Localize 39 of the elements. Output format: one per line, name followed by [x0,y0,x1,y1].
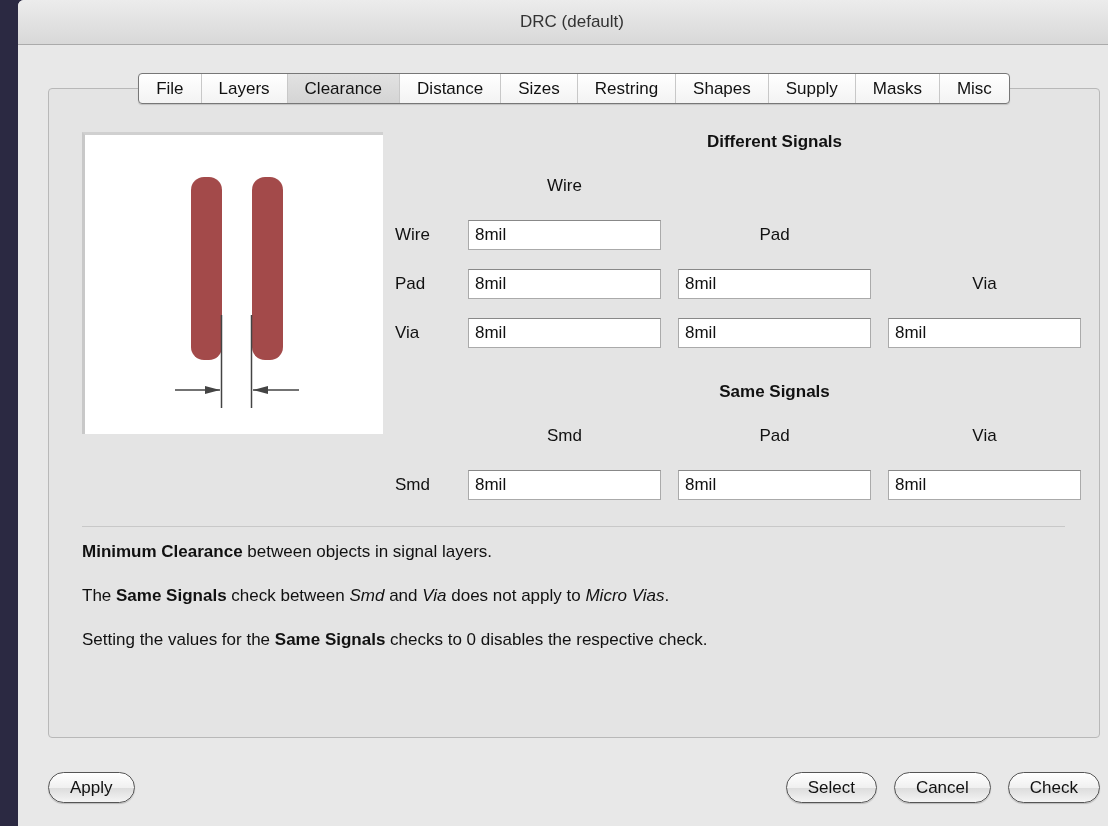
section-title: Different Signals [705,132,844,152]
column-header: Via [971,425,998,447]
input-field[interactable]: 8mil [468,318,661,348]
dialog-button[interactable]: Apply [48,772,135,803]
section-title: Same Signals [718,382,831,402]
dialog-button[interactable]: Select [785,772,877,803]
help-text: Setting the values for the Same Signals checks to 0 disables the respective check. [82,629,709,651]
dialog-button[interactable]: Cancel [893,772,991,803]
tab[interactable]: Shapes [675,74,768,103]
column-header: Wire [546,175,583,197]
row-label: Via [395,322,421,344]
tab[interactable]: Masks [854,74,939,103]
tab[interactable]: Clearance [286,74,400,103]
tab[interactable]: Restring [576,74,676,103]
input-field[interactable]: 8mil [678,269,871,299]
tab[interactable]: Layers [200,74,287,103]
tab[interactable]: Misc [938,74,1009,103]
input-field[interactable]: 8mil [888,470,1081,500]
input-field[interactable]: 8mil [468,269,661,299]
tab[interactable]: File [139,74,201,103]
input-field[interactable]: 8mil [888,318,1081,348]
tab[interactable]: Sizes [500,74,577,103]
column-header: Via [971,273,998,295]
help-text: The Same Signals check between Smd and Via does not apply to Micro Vias. [82,585,671,607]
tab[interactable]: Supply [767,74,855,103]
dialog-button[interactable]: Check [1007,772,1100,803]
row-label: Pad [395,273,427,295]
input-field[interactable]: 8mil [468,220,661,250]
input-field[interactable]: 8mil [468,470,661,500]
tab[interactable]: Distance [399,74,501,103]
help-text: Minimum Clearance between objects in signal layers. [82,541,494,563]
column-header: Pad [758,425,791,447]
input-field[interactable]: 8mil [678,470,871,500]
input-field[interactable]: 8mil [678,318,871,348]
row-label: Wire [395,224,431,246]
row-label: Smd [395,474,431,496]
column-header: Pad [758,224,791,246]
column-header: Smd [546,425,583,447]
window-title: DRC (default) [520,12,624,32]
